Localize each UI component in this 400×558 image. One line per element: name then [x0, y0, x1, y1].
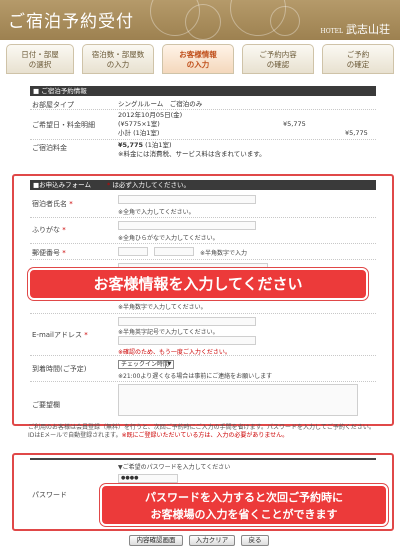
tab-label: お客様情報 [179, 50, 217, 59]
fee-row: ご宿泊料金 ¥5,775 (1泊1室) ※料金には消費税、サービス料は含まれてい… [30, 140, 376, 162]
logo-name: 武志山荘 [346, 23, 390, 36]
page-title: ご宿泊予約受付 [8, 12, 134, 32]
room-type-row: お部屋タイプ シングルルーム ご宿泊のみ [30, 98, 376, 110]
tab-nights-rooms[interactable]: 宿泊数・部屋数 の入力 [82, 44, 154, 74]
password-label: パスワード [32, 491, 67, 499]
price-detail-amount: ¥5,775 [283, 120, 306, 128]
confirm-button[interactable]: 内容確認画面 [129, 535, 183, 546]
tab-label: の入力 [106, 60, 130, 69]
guest-name-hint: ※全角で入力してください。 [118, 209, 195, 216]
email-row: E-mailアドレス * ※半角英字記号で入力してください。 ※確認のため、もう… [30, 314, 376, 356]
request-row: ご要望欄 [30, 382, 376, 418]
step-tabs: 日付・部屋 の選択 宿泊数・部屋数 の入力 お客様情報 の入力 ご予約内容 の確… [0, 44, 400, 76]
arrival-time-select[interactable]: チェックイン時間 ▼ [118, 360, 174, 369]
guest-name-row: 宿泊者氏名 * ※全角で入力してください。 [30, 192, 376, 218]
subtotal-label: 小計 (1泊1室) [118, 129, 160, 137]
price-detail: (¥5775×1室) [118, 120, 160, 128]
tab-finalize[interactable]: ご予約 の確定 [322, 44, 394, 74]
tel-hint: ※半角数字で入力してください。 [118, 304, 207, 311]
zip-row: 郵便番号 * ※半角数字で入力 [30, 244, 376, 260]
site-header: ご宿泊予約受付 HOTEL 武志山荘 [0, 0, 400, 40]
fee-suffix: (1泊1室) [145, 141, 172, 149]
password-banner: パスワードを入力すると次回ご予約時に お客様場の入力を省くことができます [100, 484, 388, 526]
tab-label: の選択 [28, 60, 52, 69]
email-confirm-input[interactable] [118, 336, 256, 345]
fee-note: ※料金には消費税、サービス料は含まれています。 [118, 150, 266, 158]
arrival-row: 到着時間(ご予定) チェックイン時間 ▼ ※21:00より遅くなる場合は事前にご… [30, 356, 376, 382]
password-banner-line1: パスワードを入力すると次回ご予約時に [145, 491, 343, 504]
email-input[interactable] [118, 317, 256, 326]
stay-date: 2012年10月05日(金) [118, 111, 183, 119]
zip-label: 郵便番号 * [32, 249, 66, 257]
member-notice: ご利用のお客様は会員登録（無料）を行うと、次回ご予約時にご入力の手間を省けます。… [28, 424, 378, 440]
date-detail-label: ご希望日・料金明細 [32, 121, 95, 129]
email-hint: ※半角英字記号で入力してください。 [118, 329, 219, 336]
tab-date-room[interactable]: 日付・部屋 の選択 [6, 44, 74, 74]
date-detail-row: ご希望日・料金明細 2012年10月05日(金) (¥5775×1室) ¥5,7… [30, 110, 376, 140]
zip-input-first[interactable] [118, 247, 148, 256]
password-dots: ●●●● [121, 475, 139, 481]
tab-label: の確定 [346, 60, 370, 69]
tab-label: の入力 [186, 60, 210, 69]
tab-label: 日付・部屋 [21, 50, 59, 59]
tab-label: ご予約内容 [259, 50, 297, 59]
zip-input-second[interactable] [154, 247, 194, 256]
guest-name-input[interactable] [118, 195, 256, 204]
fee-line: ¥5,775 (1泊1室) [118, 141, 172, 150]
guest-name-label: 宿泊者氏名 * [32, 200, 73, 208]
email-confirm-hint: ※確認のため、もう一度ご入力ください。 [118, 349, 231, 356]
application-form: ■お申込みフォーム * は必ず入力してください。 宿泊者氏名 * ※全角で入力し… [30, 180, 376, 420]
kana-hint: ※全角ひらがなで入力してください。 [118, 235, 219, 242]
kana-label: ふりがな * [32, 226, 66, 234]
member-notice-red: ※既にご登録いただいている方は、入力の必要がありません。 [121, 432, 289, 439]
decor-swirl [270, 6, 300, 36]
arrival-hint: ※21:00より遅くなる場合は事前にご連絡をお願いします [118, 373, 273, 380]
tab-label: 宿泊数・部屋数 [91, 50, 145, 59]
decor-swirl [185, 4, 221, 40]
arrival-label: 到着時間(ご予定) [32, 365, 87, 373]
kana-input[interactable] [118, 221, 256, 230]
password-hint: ▼ご希望のパスワードを入力してください [118, 464, 231, 471]
tab-confirm[interactable]: ご予約内容 の確認 [242, 44, 314, 74]
clear-button[interactable]: 入力クリア [189, 535, 235, 546]
room-type-value: シングルルーム ご宿泊のみ [118, 100, 203, 108]
request-textarea[interactable] [118, 384, 358, 416]
form-heading-text: ■お申込みフォーム [33, 181, 91, 189]
subtotal-amount: ¥5,775 [345, 129, 368, 137]
back-button[interactable]: 戻る [241, 535, 269, 546]
password-input[interactable]: ●●●● [118, 474, 178, 483]
room-type-label: お部屋タイプ [32, 101, 74, 109]
chevron-down-icon: ▼ [165, 361, 173, 368]
booking-info-section: ■ ご宿泊予約情報 お部屋タイプ シングルルーム ご宿泊のみ ご希望日・料金明細… [30, 86, 376, 170]
request-label: ご要望欄 [32, 401, 60, 409]
required-note: は必ず入力してください。 [112, 181, 190, 189]
guest-info-banner: お客様情報を入力してください [28, 268, 368, 300]
required-mark: * [107, 181, 111, 189]
booking-info-heading: ■ ご宿泊予約情報 [30, 86, 376, 96]
form-heading: ■お申込みフォーム * は必ず入力してください。 [30, 180, 376, 190]
tab-guest-info[interactable]: お客様情報 の入力 [162, 44, 234, 74]
fee-label: ご宿泊料金 [32, 144, 67, 152]
tab-label: の確認 [266, 60, 290, 69]
fee-value: ¥5,775 [118, 141, 144, 149]
kana-row: ふりがな * ※全角ひらがなで入力してください。 [30, 218, 376, 244]
logo-prefix: HOTEL [320, 28, 343, 35]
hotel-logo: HOTEL 武志山荘 [320, 21, 390, 37]
zip-hint: ※半角数字で入力 [200, 250, 248, 257]
email-label: E-mailアドレス * [32, 331, 88, 339]
tab-label: ご予約 [346, 50, 370, 59]
arrival-time-value: チェックイン時間 [121, 361, 170, 368]
password-banner-line2: お客様場の入力を省くことができます [150, 508, 338, 521]
